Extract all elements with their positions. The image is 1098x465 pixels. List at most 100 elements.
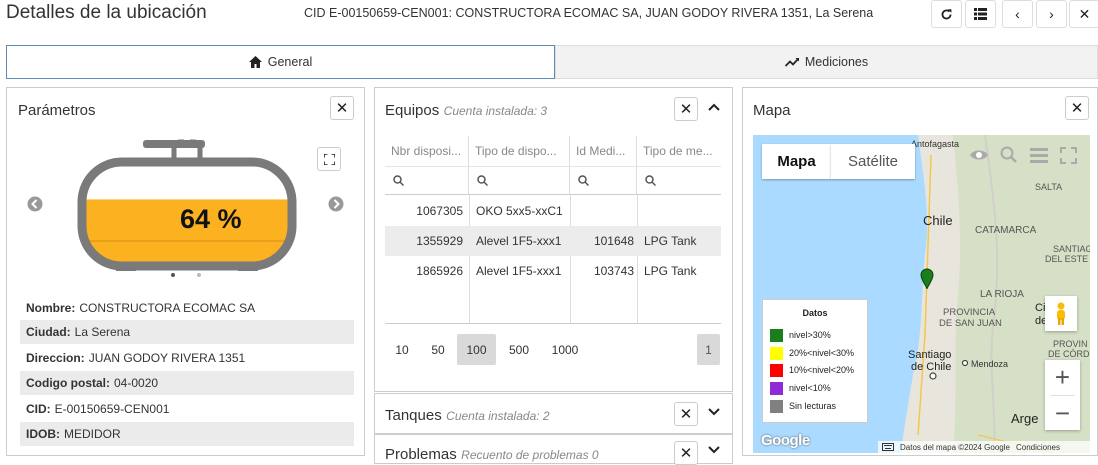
search-icon [477, 175, 488, 186]
table-row[interactable]: 1355929 Alevel 1F5-xxx1 101648 LPG Tank [385, 226, 721, 256]
pegman-icon [1057, 302, 1065, 325]
page-size-500[interactable]: 500 [503, 334, 535, 365]
next-button[interactable]: › [1036, 0, 1067, 28]
tanques-subtitle: Cuenta instalada: 2 [446, 409, 550, 423]
search-icon [645, 175, 656, 186]
equipos-title: Equipos [385, 102, 440, 119]
info-value: 04-0020 [114, 376, 159, 390]
legend-title: Datos [802, 308, 828, 318]
info-row-idob: IDOB: MEDIDOR [20, 422, 354, 446]
chevron-down-icon[interactable] [707, 444, 721, 456]
tab-mediciones-label: Mediciones [804, 55, 869, 69]
cell-tipo: Alevel 1F5-xxx1 [476, 234, 562, 248]
cell-id [570, 196, 634, 226]
map-type-satelite-button[interactable]: Satélite [831, 144, 915, 179]
table-row[interactable]: 1067305 OKO 5xx5-xxC1 [385, 196, 721, 226]
chevron-right-icon: › [1049, 6, 1054, 22]
cell-nbr: 1067305 [416, 204, 463, 218]
map-place-label: Chile [923, 213, 953, 228]
page-size-50[interactable]: 50 [424, 334, 452, 365]
table-divider [385, 194, 721, 195]
filter-input-tipo-me[interactable] [637, 166, 721, 194]
tab-bar: General Mediciones [6, 45, 1098, 79]
map-place-label: DE SAN JUAN [939, 318, 1002, 329]
fullscreen-button[interactable] [317, 147, 341, 171]
legend-item: Sin lecturas [770, 399, 836, 413]
layers-list-icon[interactable] [1030, 148, 1048, 163]
page-size-100[interactable]: 100 [457, 334, 496, 365]
filter-input-tipo[interactable] [469, 166, 570, 194]
keyboard-icon[interactable] [882, 443, 894, 451]
fullscreen-icon[interactable] [1060, 147, 1077, 164]
map-place-label: Arge [1011, 411, 1038, 426]
chevron-up-icon[interactable] [707, 100, 721, 114]
map-terms-link[interactable]: Condiciones [1016, 443, 1060, 452]
column-header-id[interactable]: Id Medi... [570, 136, 637, 166]
tab-general[interactable]: General [6, 45, 555, 79]
close-icon: ✕ [679, 101, 693, 118]
list-view-button[interactable] [965, 0, 996, 28]
table-row[interactable]: 1865926 Alevel 1F5-xxx1 103743 LPG Tank [385, 256, 721, 286]
tanques-close-button[interactable]: ✕ [674, 402, 698, 426]
table-footer-divider [385, 323, 721, 324]
column-header-nbr[interactable]: Nbr disposi... [385, 136, 469, 166]
zoom-search-icon[interactable] [1000, 146, 1018, 164]
cell-tipo-me: LPG Tank [644, 234, 697, 248]
tab-mediciones[interactable]: Mediciones [555, 45, 1098, 79]
map-type-mapa-button[interactable]: Mapa [762, 144, 831, 179]
info-value: MEDIDOR [64, 427, 121, 441]
filter-input-id[interactable] [570, 166, 637, 194]
parametros-close-button[interactable]: ✕ [330, 96, 354, 120]
city-dot [929, 372, 937, 380]
carousel-dot[interactable] [197, 273, 201, 277]
map-place-label: DE CÓRDO [1048, 349, 1090, 359]
problemas-header[interactable]: Problemas Recuento de problemas 0 [385, 446, 599, 464]
legend-swatch [770, 399, 783, 413]
cell-nbr: 1865926 [416, 264, 463, 278]
list-icon [974, 8, 987, 20]
cell-id: 101648 [593, 234, 634, 248]
expand-icon [323, 153, 335, 165]
close-icon: ✕ [679, 406, 693, 423]
info-value: La Serena [74, 325, 131, 339]
legend-item: 20%<nivel<30% [770, 346, 854, 360]
cell-tipo: OKO 5xx5-xxC1 [476, 204, 563, 218]
previous-button[interactable]: ‹ [1002, 0, 1033, 28]
page-number-button[interactable]: 1 [697, 334, 720, 365]
chevron-left-icon: ‹ [1015, 6, 1020, 22]
map-place-label: Antofagasta [911, 139, 959, 149]
legend-label: nivel>30% [789, 330, 831, 340]
column-header-tipo-me[interactable]: Tipo de me... [637, 136, 721, 166]
info-value: JUAN GODOY RIVERA 1351 [88, 351, 246, 365]
chevron-down-icon[interactable] [707, 405, 721, 419]
legend-label: 20%<nivel<30% [789, 348, 855, 358]
filter-input-nbr[interactable] [385, 166, 469, 194]
equipos-subtitle: Cuenta instalada: 3 [443, 104, 548, 118]
info-row-cid: CID: E-00150659-CEN001 [20, 397, 354, 421]
zoom-out-button[interactable]: − [1045, 396, 1080, 430]
carousel-next-icon[interactable] [328, 196, 344, 212]
search-icon [578, 175, 589, 186]
page-size-10[interactable]: 10 [389, 334, 415, 365]
carousel-dot-active[interactable] [171, 273, 175, 277]
mapa-close-button[interactable]: ✕ [1065, 96, 1089, 120]
cell-id: 103743 [593, 264, 634, 278]
info-label: Direccion: [26, 351, 85, 365]
street-view-button[interactable] [1045, 296, 1077, 331]
map-attribution-bar: Datos del mapa ©2024 Google Condiciones [878, 441, 1090, 453]
equipos-close-button[interactable]: ✕ [674, 97, 698, 121]
info-label: CID: [26, 402, 51, 416]
zoom-in-button[interactable]: + [1045, 360, 1080, 395]
location-cid-line: CID E-00150659-CEN001: CONSTRUCTORA ECOM… [304, 6, 874, 20]
page-size-1000[interactable]: 1000 [545, 334, 585, 365]
tanques-header[interactable]: Tanques Cuenta instalada: 2 [385, 407, 550, 425]
column-header-tipo[interactable]: Tipo de dispo... [469, 136, 570, 166]
close-icon: ✕ [1078, 5, 1091, 22]
problemas-close-button[interactable]: ✕ [674, 441, 698, 465]
refresh-button[interactable] [931, 0, 962, 28]
legend-item: 10%<nivel<20% [770, 363, 854, 377]
carousel-prev-icon[interactable] [27, 196, 43, 212]
map-place-label: DEL ESTE [1045, 254, 1088, 264]
close-button[interactable]: ✕ [1069, 0, 1098, 28]
eye-icon[interactable] [969, 148, 989, 162]
